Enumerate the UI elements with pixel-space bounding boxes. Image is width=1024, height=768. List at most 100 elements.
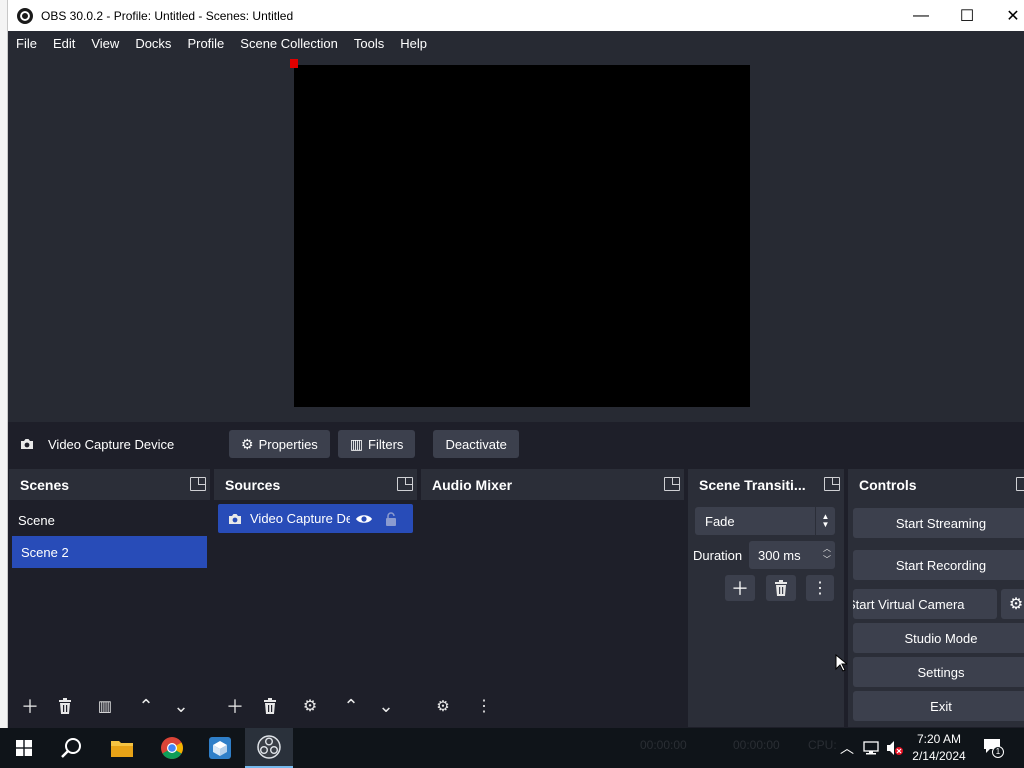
clock-date: 2/14/2024 — [912, 749, 966, 763]
chrome-button[interactable] — [148, 728, 196, 768]
source-item-selected[interactable]: Video Capture De — [218, 504, 413, 533]
start-virtual-camera-button[interactable]: Start Virtual Camera — [853, 589, 997, 619]
title-bar: OBS 30.0.2 - Profile: Untitled - Scenes:… — [8, 0, 1024, 31]
scene-item-label: Scene 2 — [21, 544, 69, 560]
menu-tools[interactable]: Tools — [346, 31, 392, 56]
minimize-button[interactable]: — — [898, 0, 944, 31]
desktop-edge — [0, 0, 8, 728]
rec-time-status: 00:00:00 — [640, 738, 687, 752]
remove-source-button[interactable] — [255, 692, 285, 720]
minimize-icon: — — [913, 6, 929, 24]
audio-mixer-title: Audio Mixer — [432, 476, 513, 493]
source-toolbar: Video Capture Device ⚙ Properties ▥ Filt… — [8, 422, 1024, 466]
start-recording-button[interactable]: Start Recording — [853, 550, 1024, 580]
scene-transitions-title: Scene Transiti... — [699, 476, 806, 493]
tray-overflow-chevron-icon[interactable]: ︿ — [840, 738, 854, 758]
maximize-button[interactable]: ☐ — [944, 0, 990, 31]
menu-file[interactable]: File — [8, 31, 45, 56]
virtualbox-button[interactable] — [196, 728, 244, 768]
start-button[interactable] — [0, 728, 48, 768]
close-button[interactable]: ✕ — [990, 0, 1024, 31]
mouse-cursor-icon — [835, 654, 847, 672]
chevron-up-icon: ⌃ — [343, 695, 359, 716]
volume-muted-icon[interactable] — [886, 740, 904, 756]
start-streaming-label: Start Streaming — [895, 515, 987, 531]
scenes-list: Scene Scene 2 ＋ ▥ ⌃ ⌄ — [9, 500, 210, 727]
preview-canvas[interactable] — [294, 65, 750, 407]
filters-button[interactable]: ▥ Filters — [337, 430, 416, 458]
studio-mode-button[interactable]: Studio Mode — [853, 623, 1024, 653]
move-scene-up-button[interactable]: ⌃ — [131, 692, 161, 720]
scene-item-selected[interactable]: Scene 2 — [12, 536, 207, 568]
studio-mode-label: Studio Mode — [904, 630, 978, 646]
close-icon: ✕ — [1006, 7, 1020, 25]
search-button[interactable] — [48, 728, 96, 768]
scene-item-label: Scene — [18, 512, 55, 528]
start-virtual-camera-label: Start Virtual Camera — [853, 596, 965, 612]
chevron-down-icon: ⌄ — [378, 695, 394, 716]
transition-select-value: Fade — [705, 513, 735, 529]
action-center-button[interactable]: 1 — [983, 738, 1004, 758]
undock-icon[interactable] — [190, 477, 206, 491]
undock-icon[interactable] — [397, 477, 413, 491]
audio-mixer-menu-button[interactable]: ⋮ — [469, 692, 499, 720]
menu-docks[interactable]: Docks — [127, 31, 179, 56]
add-scene-button[interactable]: ＋ — [15, 692, 45, 720]
start-streaming-button[interactable]: Start Streaming — [853, 508, 1024, 538]
menu-help[interactable]: Help — [392, 31, 435, 56]
add-source-button[interactable]: ＋ — [220, 692, 250, 720]
add-transition-button[interactable]: ＋ — [725, 575, 755, 601]
chevron-up-icon: ⌃ — [138, 695, 154, 716]
scene-item[interactable]: Scene — [9, 504, 210, 536]
move-source-down-button[interactable]: ⌄ — [371, 692, 401, 720]
system-clock[interactable]: 7:20 AM 2/14/2024 — [905, 731, 973, 765]
remove-scene-button[interactable] — [50, 692, 80, 720]
trash-icon — [775, 580, 787, 596]
cpu-status: CPU: — [808, 738, 837, 752]
menu-bar: File Edit View Docks Profile Scene Colle… — [8, 31, 1024, 56]
deactivate-label: Deactivate — [445, 436, 507, 452]
settings-button[interactable]: Settings — [853, 657, 1024, 687]
controls-header: Controls — [848, 469, 1024, 500]
move-source-up-button[interactable]: ⌃ — [336, 692, 366, 720]
scene-transitions-dock: Scene Transiti... Fade ▲ ▼ Duration 300 m… — [688, 469, 844, 727]
deactivate-button[interactable]: Deactivate — [433, 430, 519, 458]
search-icon — [61, 738, 81, 758]
duration-spinbox[interactable]: 300 ms ︿ ﹀ — [749, 541, 835, 569]
advanced-audio-button[interactable]: ⚙ — [428, 692, 458, 720]
file-explorer-button[interactable] — [98, 728, 146, 768]
transition-properties-button[interactable]: ⋮ — [806, 575, 834, 601]
obs-taskbar-button[interactable] — [245, 728, 293, 768]
menu-scene-collection[interactable]: Scene Collection — [232, 31, 346, 56]
properties-button[interactable]: ⚙ Properties — [229, 430, 330, 458]
maximize-icon: ☐ — [959, 7, 975, 25]
start-recording-label: Start Recording — [895, 557, 987, 573]
folder-icon — [111, 741, 133, 757]
filters-label: Filters — [368, 436, 404, 452]
audio-mixer-body: ⚙ ⋮ — [421, 500, 684, 727]
virtual-camera-settings-button[interactable]: ⚙ — [1001, 589, 1024, 619]
scene-filters-button[interactable]: ▥ — [90, 692, 120, 720]
transition-select[interactable]: Fade ▲ ▼ — [695, 507, 835, 535]
undock-icon[interactable] — [664, 477, 680, 491]
network-icon[interactable] — [863, 740, 879, 756]
undock-icon[interactable] — [824, 477, 840, 491]
source-resize-handle[interactable] — [290, 59, 298, 68]
menu-profile[interactable]: Profile — [179, 31, 232, 56]
chrome-icon — [161, 737, 183, 759]
menu-edit[interactable]: Edit — [45, 31, 83, 56]
remove-transition-button[interactable] — [766, 575, 796, 601]
move-scene-down-button[interactable]: ⌄ — [166, 692, 196, 720]
source-properties-button[interactable]: ⚙ — [295, 692, 325, 720]
trash-icon — [59, 698, 71, 714]
undock-icon[interactable] — [1016, 477, 1024, 491]
exit-button[interactable]: Exit — [853, 691, 1024, 721]
unlock-icon[interactable] — [385, 511, 397, 526]
preview-area[interactable] — [8, 56, 1024, 422]
scenes-toolbar: ＋ ▥ ⌃ ⌄ — [9, 691, 210, 721]
spinner-arrows-icon[interactable]: ︿ ﹀ — [823, 543, 831, 565]
audio-mixer-dock: Audio Mixer ⚙ ⋮ — [421, 469, 684, 727]
menu-view[interactable]: View — [83, 31, 127, 56]
windows-logo-icon — [16, 740, 32, 756]
eye-icon[interactable] — [355, 513, 373, 525]
